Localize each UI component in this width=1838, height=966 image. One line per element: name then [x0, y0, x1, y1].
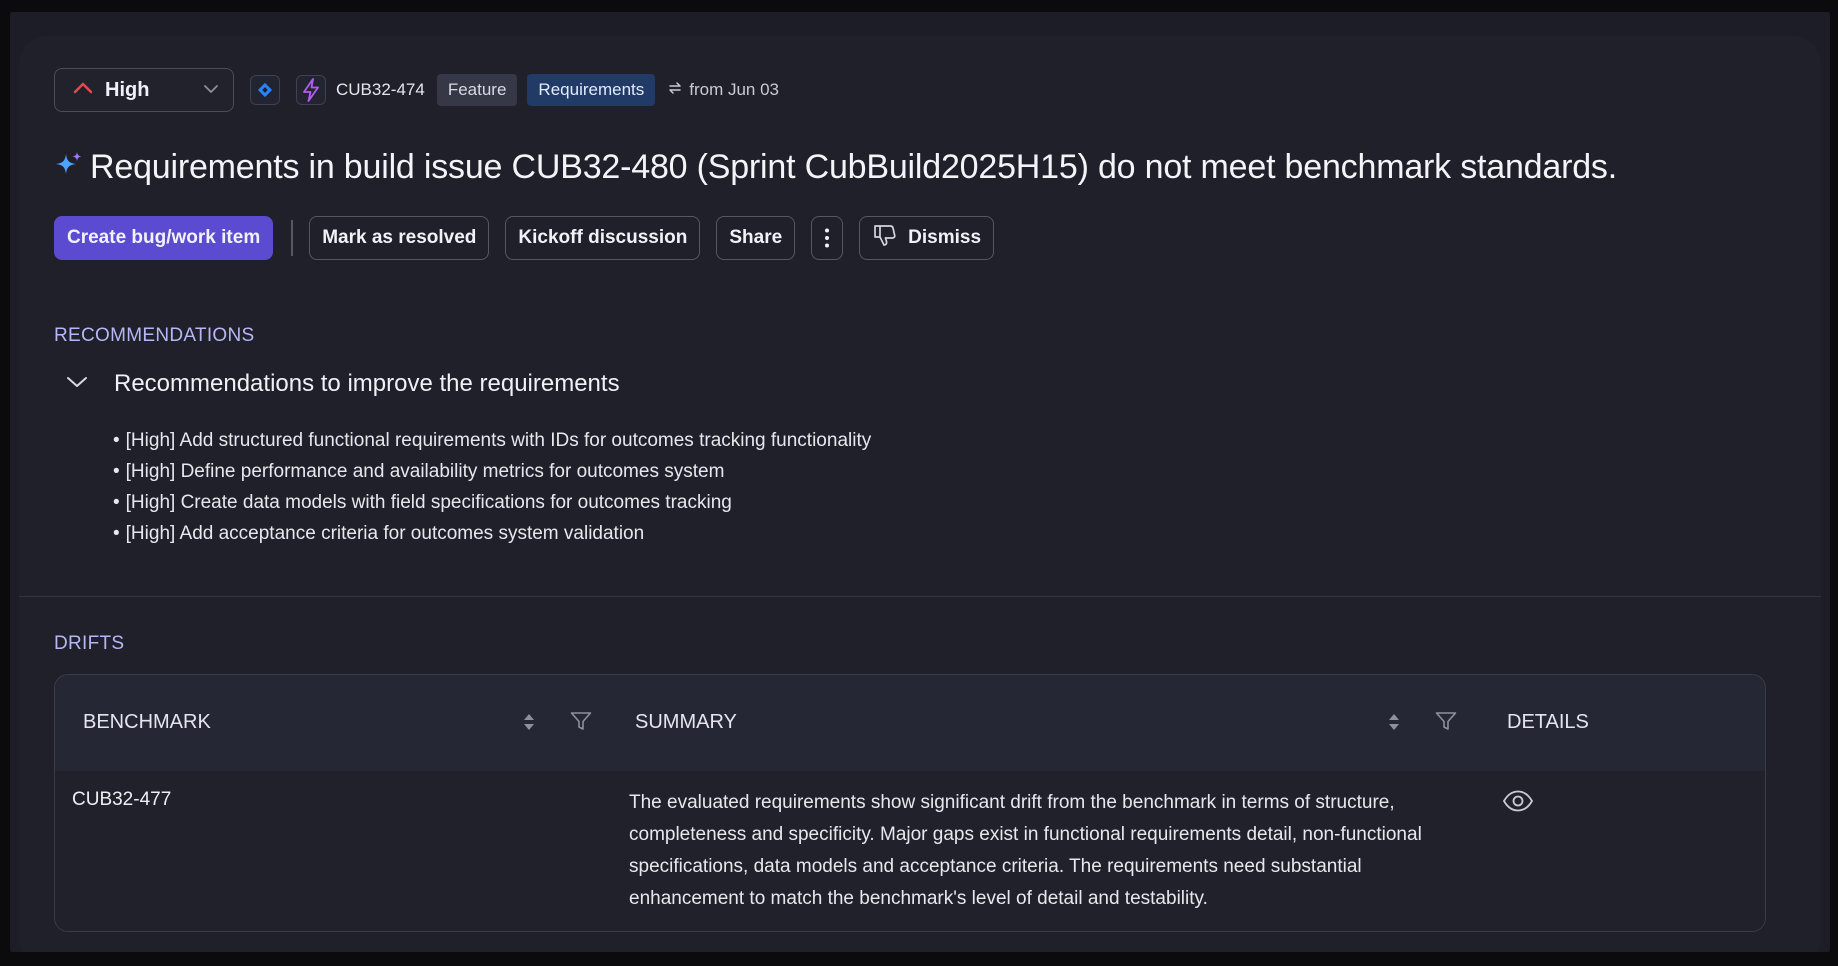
jira-diamond-icon[interactable]	[250, 75, 280, 105]
sync-arrows-icon	[667, 80, 683, 101]
drifts-section-label: DRIFTS	[54, 633, 125, 654]
priority-label: High	[105, 78, 150, 101]
sparkle-icon	[54, 150, 84, 185]
issue-key[interactable]: CUB32-474	[336, 80, 425, 100]
more-vertical-icon[interactable]	[811, 216, 844, 260]
benchmark-cell[interactable]: CUB32-477	[72, 789, 171, 811]
list-item: [High] Create data models with field spe…	[113, 487, 871, 518]
section-divider	[19, 596, 1821, 597]
sort-icon[interactable]	[1387, 711, 1401, 733]
column-header-details: DETAILS	[1507, 711, 1589, 733]
filter-icon[interactable]	[570, 711, 592, 731]
list-item: [High] Add structured functional require…	[113, 425, 872, 456]
table-row[interactable]: CUB32-477 The evaluated requirements sho…	[55, 771, 1765, 931]
from-date-text: from Jun 03	[689, 80, 780, 99]
drifts-table: BENCHMARK SUMMARY DETAILS CUB32-477 The …	[54, 674, 1766, 932]
chevron-down-icon[interactable]	[66, 375, 88, 394]
filter-icon[interactable]	[1435, 711, 1457, 731]
column-header-benchmark[interactable]: BENCHMARK	[83, 711, 211, 734]
create-bug-button[interactable]: Create bug/work item	[54, 216, 274, 260]
table-header: BENCHMARK SUMMARY DETAILS	[55, 675, 1765, 771]
recommendations-list: [High] Add structured functional require…	[113, 425, 872, 549]
summary-cell: The evaluated requirements show signific…	[629, 792, 1422, 909]
eye-icon[interactable]	[1502, 789, 1534, 818]
lightning-bolt-icon	[296, 75, 326, 105]
action-bar: Create bug/work item Mark as resolved Ki…	[54, 216, 995, 260]
recommendations-group-header[interactable]: Recommendations to improve the requireme…	[66, 370, 620, 398]
kickoff-discussion-button[interactable]: Kickoff discussion	[505, 216, 701, 260]
priority-high-arrow-icon	[73, 81, 93, 100]
recommendations-section-label: RECOMMENDATIONS	[54, 325, 255, 346]
list-item: [High] Define performance and availabili…	[113, 456, 871, 487]
thumbs-down-icon	[872, 222, 898, 254]
tag-requirements: Requirements	[527, 74, 656, 106]
mark-resolved-button[interactable]: Mark as resolved	[309, 216, 490, 260]
list-item: [High] Add acceptance criteria for outco…	[113, 518, 871, 549]
priority-dropdown[interactable]: High	[54, 68, 234, 112]
action-divider	[291, 220, 294, 256]
dismiss-label: Dismiss	[908, 227, 982, 248]
issue-chip[interactable]: CUB32-474	[296, 75, 425, 105]
column-header-summary[interactable]: SUMMARY	[635, 711, 737, 734]
sort-icon[interactable]	[522, 711, 536, 733]
page-title: Requirements in build issue CUB32-480 (S…	[90, 148, 1617, 186]
tag-feature: Feature	[436, 74, 518, 106]
insight-title-row: Requirements in build issue CUB32-480 (S…	[54, 148, 1617, 187]
recommendations-group-title: Recommendations to improve the requireme…	[114, 370, 620, 397]
dismiss-button[interactable]: Dismiss	[859, 216, 995, 260]
chevron-down-icon	[203, 81, 219, 99]
meta-row: High CUB32-474 Feature Requirements from…	[54, 68, 779, 112]
share-button[interactable]: Share	[716, 216, 796, 260]
from-date: from Jun 03	[667, 80, 779, 101]
